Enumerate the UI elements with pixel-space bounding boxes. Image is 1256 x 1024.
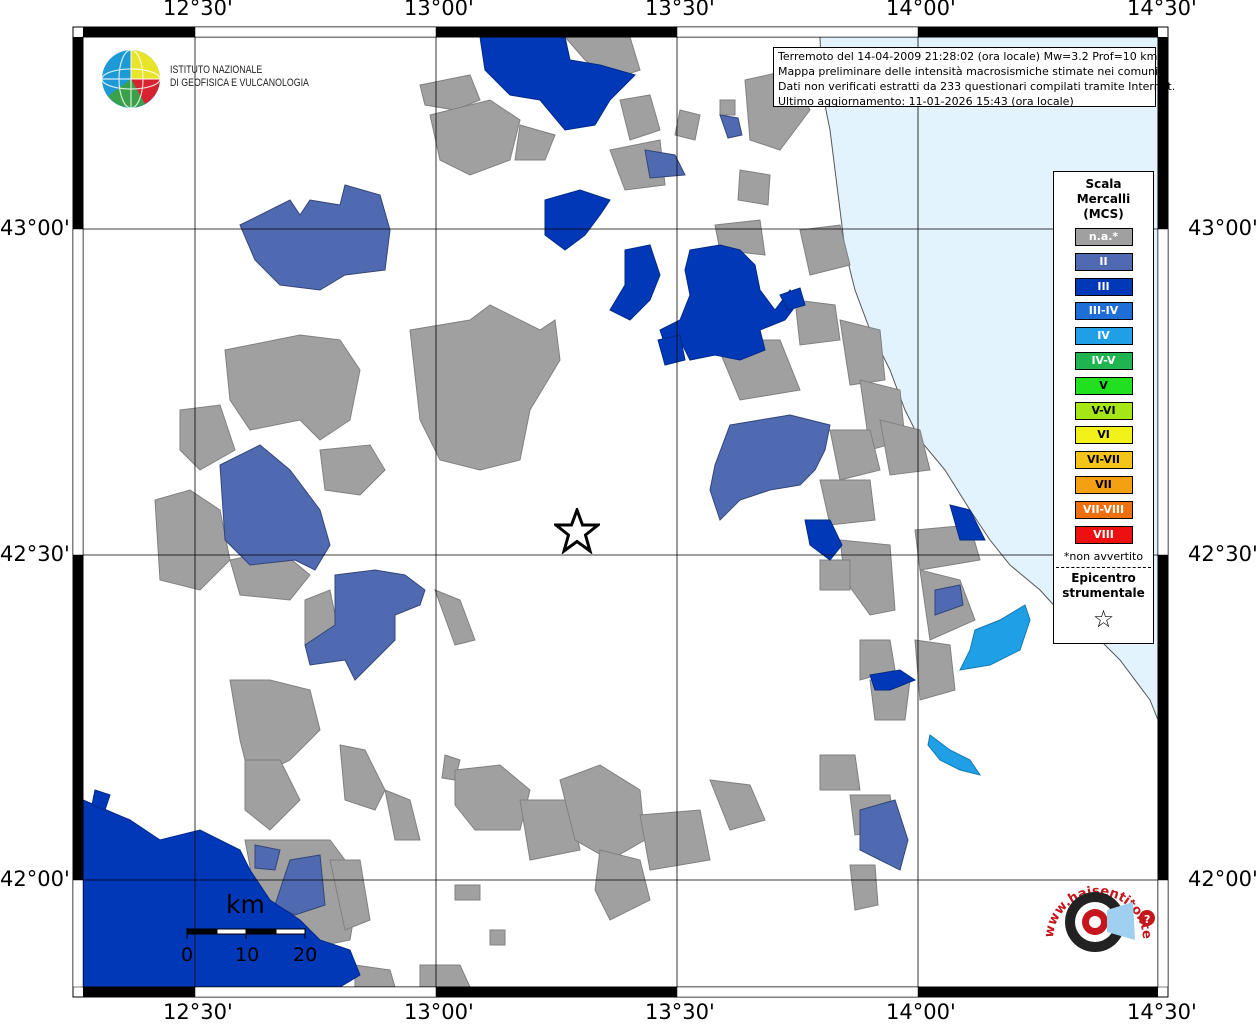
star-icon: ☆ [1092,605,1115,634]
lat-label-left: 42°30' [0,542,70,566]
legend-item-7: V-VI [1074,401,1133,420]
ingv-name-line: ISTITUTO NAZIONALE [170,64,263,76]
lat-label-left: 42°00' [0,867,70,891]
scale-tick: 10 [235,944,260,966]
epicenter-star-icon [554,508,600,554]
scale-bar [186,928,306,939]
scale-tick: 0 [181,944,194,966]
legend-item-5: IV-V [1074,351,1133,370]
lon-label-bottom: 14°00' [886,1000,956,1024]
lon-label-top: 12°30' [163,0,233,20]
legend-item-0: n.a.* [1074,228,1133,246]
legend-item-3: III-IV [1074,302,1133,321]
legend-item-2: III [1074,277,1133,296]
legend-item-4: IV [1074,327,1133,346]
legend-epicenter-title: Epicentro strumentale [1054,571,1153,601]
event-info-box: Terremoto del 14-04-2009 21:28:02 (ora l… [773,47,1176,108]
legend-epicenter-line: strumentale [1062,586,1145,601]
lat-label-right: 42°00' [1188,867,1256,891]
scale-tick: 20 [293,944,318,966]
legend-item-12: VIII [1074,525,1133,544]
legend-item-6: V [1074,376,1133,395]
lat-label-right: 43°00' [1188,216,1256,240]
lon-label-bottom: 14°30' [1127,1000,1197,1024]
legend-title-line: Mercalli [1076,192,1131,206]
legend-items: n.a.* II III III-IV IV IV-V V V-VI VI VI-VII VII VI… [1054,228,1153,544]
scale-unit: km [226,890,265,919]
lon-label-top: 14°00' [886,0,956,20]
info-line: Ultimo aggiornamento: 11-01-2026 15:43 (… [778,95,1074,108]
legend-epicenter-line: Epicentro [1071,571,1136,586]
legend-item-11: VII-VIII [1074,500,1133,519]
lon-label-top: 13°00' [404,0,474,20]
info-line: Terremoto del 14-04-2009 21:28:02 (ora l… [778,50,1158,63]
ingv-name: ISTITUTO NAZIONALE DI GEOFISICA E VULCAN… [170,64,344,90]
legend-item-1: II [1074,252,1133,271]
info-line: Dati non verificati estratti da 233 ques… [778,80,1176,93]
lat-label-right: 42°30' [1188,542,1256,566]
lat-label-left: 43°00' [0,216,70,240]
haisentito-logo: www.haisentitoilterremoto.it ? [1035,860,1155,952]
lon-label-top: 13°30' [645,0,715,20]
legend-item-10: VII [1074,475,1133,494]
lon-label-bottom: 12°30' [163,1000,233,1024]
legend-title-line: Scala [1085,177,1122,191]
ingv-name-line: DI GEOFISICA E VULCANOLOGIA [170,77,309,89]
lon-label-bottom: 13°00' [404,1000,474,1024]
legend-title: Scala Mercalli (MCS) [1054,177,1153,222]
lon-label-bottom: 13°30' [645,1000,715,1024]
legend-item-9: VI-VII [1074,451,1133,470]
legend-title-line: (MCS) [1083,207,1124,221]
legend-note: *non avvertito [1063,550,1144,564]
lon-label-top: 14°30' [1127,0,1197,20]
info-line: Mappa preliminare delle intensità macros… [778,65,1159,78]
legend-separator [1056,567,1151,569]
svg-text:?: ? [1144,913,1150,926]
legend-item-8: VI [1074,426,1133,445]
intensity-legend: Scala Mercalli (MCS) n.a.* II III III-IV IV I… [1053,171,1154,644]
